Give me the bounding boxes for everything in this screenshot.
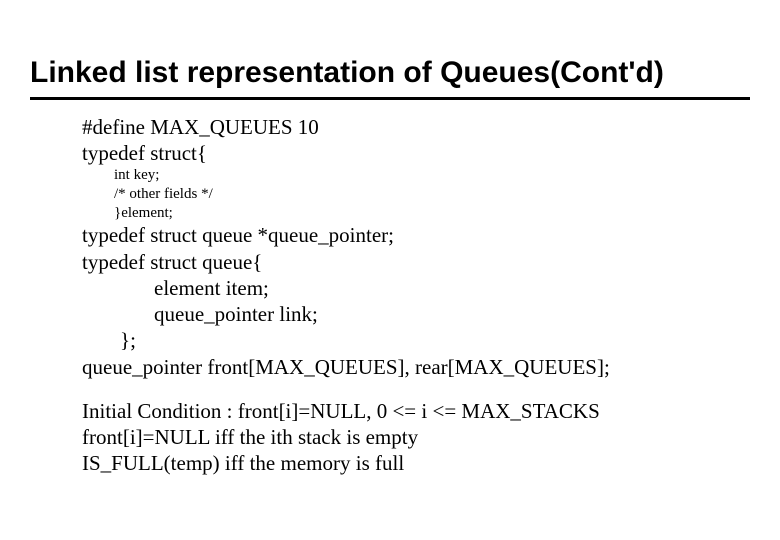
note-is-full: IS_FULL(temp) iff the memory is full bbox=[82, 450, 750, 476]
code-line-int-key: int key; bbox=[114, 166, 750, 185]
code-line-queue-pointer: typedef struct queue *queue_pointer; bbox=[82, 222, 750, 248]
notes-block: Initial Condition : front[i]=NULL, 0 <= … bbox=[82, 398, 750, 477]
code-line-define: #define MAX_QUEUES 10 bbox=[82, 114, 750, 140]
code-line-item: element item; bbox=[82, 275, 750, 301]
code-line-element-close: }element; bbox=[114, 204, 750, 223]
code-line-other-fields: /* other fields */ bbox=[114, 185, 750, 204]
code-line-typedef-queue: typedef struct queue{ bbox=[82, 249, 750, 275]
slide: Linked list representation of Queues(Con… bbox=[0, 0, 780, 540]
title-underline bbox=[30, 97, 750, 100]
code-line-typedef-struct: typedef struct{ bbox=[82, 140, 750, 166]
code-line-arrays: queue_pointer front[MAX_QUEUES], rear[MA… bbox=[82, 354, 750, 380]
slide-title: Linked list representation of Queues(Con… bbox=[30, 56, 750, 97]
code-block-element-fields: int key; /* other fields */ }element; bbox=[82, 166, 750, 222]
code-line-link: queue_pointer link; bbox=[82, 301, 750, 327]
note-initial-condition: Initial Condition : front[i]=NULL, 0 <= … bbox=[82, 398, 750, 424]
code-line-struct-close: }; bbox=[82, 327, 750, 353]
note-front-null: front[i]=NULL iff the ith stack is empty bbox=[82, 424, 750, 450]
slide-body: #define MAX_QUEUES 10 typedef struct{ in… bbox=[30, 114, 750, 477]
